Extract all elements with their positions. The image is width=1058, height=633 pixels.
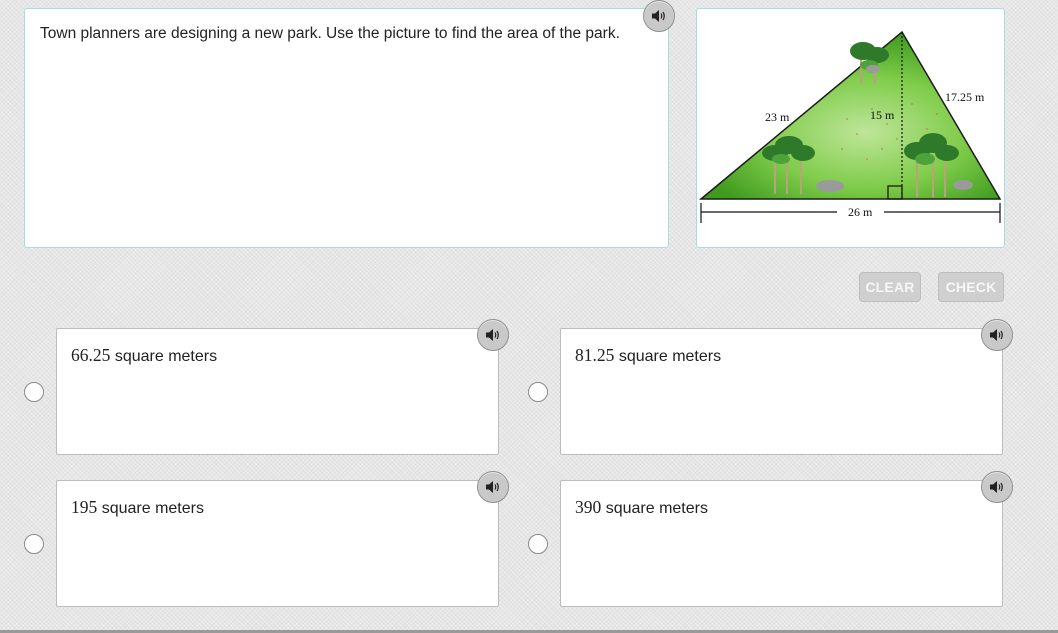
choice-card-d[interactable]: 390 square meters — [560, 480, 1003, 607]
choice-b-audio-button[interactable] — [981, 319, 1013, 351]
choice-text-a: 66.25 square meters — [71, 345, 217, 366]
speaker-icon — [990, 481, 1003, 493]
choice-unit-c: square meters — [101, 500, 204, 517]
choice-number-d: 390 — [575, 497, 602, 517]
choice-card-b[interactable]: 81.25 square meters — [560, 328, 1003, 455]
choice-unit-d: square meters — [605, 500, 708, 517]
label-right-side: 17.25 m — [945, 90, 985, 104]
figure-panel: 23 m 17.25 m 15 m 26 m — [696, 8, 1005, 248]
label-height: 15 m — [870, 108, 895, 122]
choice-unit-a: square meters — [114, 348, 218, 365]
choice-unit-b: square meters — [618, 348, 722, 365]
rock — [866, 65, 880, 73]
label-left-side: 23 m — [765, 110, 790, 124]
choice-d-audio-button[interactable] — [981, 471, 1013, 503]
radio-choice-d[interactable] — [528, 534, 548, 554]
question-panel: Town planners are designing a new park. … — [24, 8, 669, 248]
choice-card-c[interactable]: 195 square meters — [56, 480, 499, 607]
check-button[interactable]: CHECK — [938, 272, 1004, 302]
choice-number-b: 81.25 — [575, 345, 615, 365]
clear-button[interactable]: CLEAR — [859, 272, 921, 302]
park-triangle — [698, 30, 1002, 200]
choice-card-a[interactable]: 66.25 square meters — [56, 328, 499, 455]
question-audio-button[interactable] — [643, 0, 675, 32]
choice-c-audio-button[interactable] — [477, 471, 509, 503]
radio-choice-b[interactable] — [528, 382, 548, 402]
choice-a-audio-button[interactable] — [477, 319, 509, 351]
choice-number-a: 66.25 — [71, 345, 111, 365]
speaker-icon — [652, 10, 665, 22]
speaker-icon — [486, 329, 499, 341]
park-triangle-figure: 23 m 17.25 m 15 m 26 m — [698, 30, 1002, 223]
question-text: Town planners are designing a new park. … — [40, 25, 620, 42]
choice-text-b: 81.25 square meters — [575, 345, 721, 366]
radio-choice-a[interactable] — [24, 382, 44, 402]
radio-choice-c[interactable] — [24, 534, 44, 554]
rock — [816, 180, 844, 192]
speaker-icon — [990, 329, 1003, 341]
label-base: 26 m — [848, 205, 873, 219]
choice-number-c: 195 — [71, 497, 98, 517]
choice-text-d: 390 square meters — [575, 497, 708, 518]
speaker-icon — [486, 481, 499, 493]
choice-text-c: 195 square meters — [71, 497, 204, 518]
rock — [953, 180, 973, 190]
